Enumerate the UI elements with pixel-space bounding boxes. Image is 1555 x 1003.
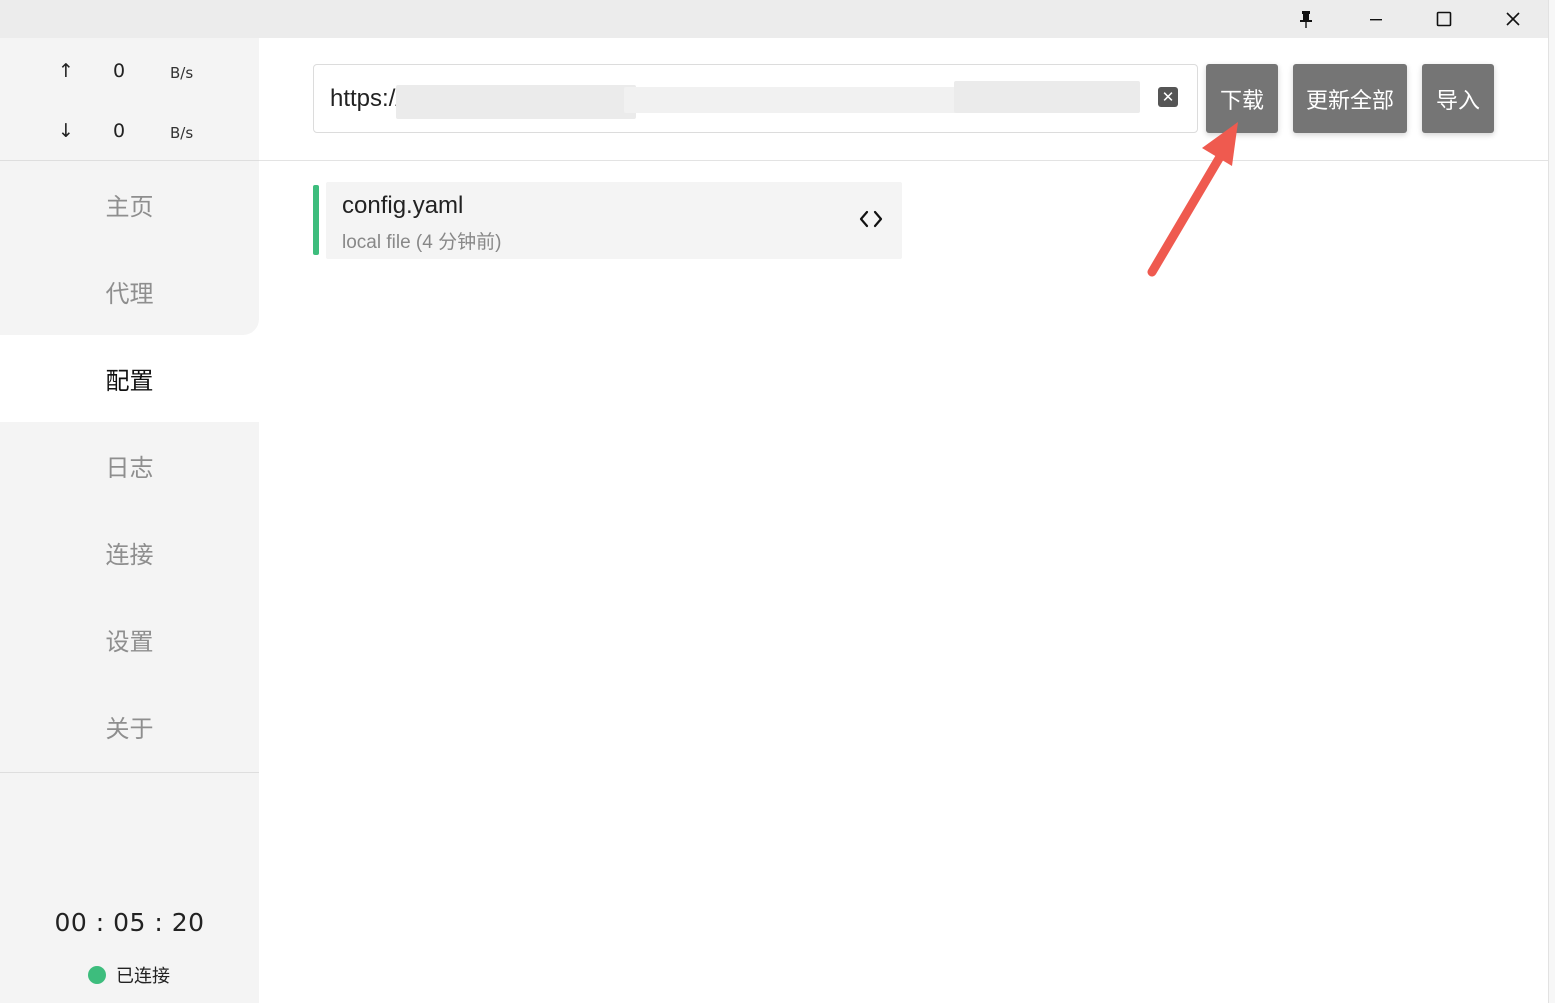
header-divider bbox=[259, 160, 1548, 161]
upload-unit: B/s bbox=[170, 64, 194, 82]
code-icon[interactable] bbox=[858, 208, 884, 230]
sidebar: ↑ 0 B/s ↓ 0 B/s 主页 代理 配置 日志 连接 设置 关于 00 … bbox=[0, 38, 259, 1003]
profile-url-input[interactable]: https:// ✕ bbox=[313, 64, 1198, 133]
sidebar-item-proxy[interactable]: 代理 bbox=[0, 248, 259, 335]
profile-name: config.yaml bbox=[342, 192, 464, 219]
connection-status: 已连接 bbox=[88, 963, 170, 987]
redacted-url-block bbox=[396, 85, 636, 119]
sidebar-item-connections[interactable]: 连接 bbox=[0, 509, 259, 596]
uptime-timer: 00 : 05 : 20 bbox=[54, 908, 205, 937]
profile-active-indicator bbox=[313, 185, 319, 255]
profile-card[interactable]: config.yaml local file (4 分钟前) bbox=[326, 182, 902, 259]
download-unit: B/s bbox=[170, 124, 194, 142]
minimize-icon[interactable] bbox=[1346, 0, 1406, 38]
sidebar-item-home[interactable]: 主页 bbox=[0, 161, 259, 248]
clear-icon[interactable]: ✕ bbox=[1158, 87, 1178, 107]
sidebar-item-logs[interactable]: 日志 bbox=[0, 422, 259, 509]
upload-value: 0 bbox=[113, 60, 126, 82]
sidebar-nav: 主页 代理 配置 日志 连接 设置 关于 bbox=[0, 161, 259, 772]
redacted-url-block bbox=[954, 81, 1140, 113]
sidebar-item-profiles[interactable]: 配置 bbox=[0, 335, 259, 422]
close-icon[interactable] bbox=[1483, 0, 1543, 38]
import-button[interactable]: 导入 bbox=[1422, 64, 1494, 133]
annotation-arrow-icon bbox=[1147, 122, 1238, 277]
sidebar-divider-bottom bbox=[0, 772, 259, 773]
profile-meta: local file (4 分钟前) bbox=[342, 232, 502, 253]
upload-speed: ↑ 0 B/s bbox=[0, 58, 259, 88]
sidebar-item-about[interactable]: 关于 bbox=[0, 683, 259, 770]
url-input-value[interactable]: https:// bbox=[330, 85, 402, 113]
download-value: 0 bbox=[113, 120, 126, 142]
title-bar bbox=[0, 0, 1548, 38]
upload-arrow-icon: ↑ bbox=[58, 60, 74, 82]
download-speed: ↓ 0 B/s bbox=[0, 118, 259, 148]
maximize-icon[interactable] bbox=[1414, 0, 1474, 38]
pin-icon[interactable] bbox=[1276, 0, 1336, 38]
download-arrow-icon: ↓ bbox=[58, 120, 74, 142]
window-edge bbox=[1548, 0, 1555, 1003]
connection-status-label: 已连接 bbox=[116, 966, 170, 987]
sidebar-item-settings[interactable]: 设置 bbox=[0, 596, 259, 683]
update-all-button[interactable]: 更新全部 bbox=[1293, 64, 1407, 133]
status-dot-icon bbox=[88, 966, 106, 984]
redacted-url-block bbox=[624, 87, 964, 113]
